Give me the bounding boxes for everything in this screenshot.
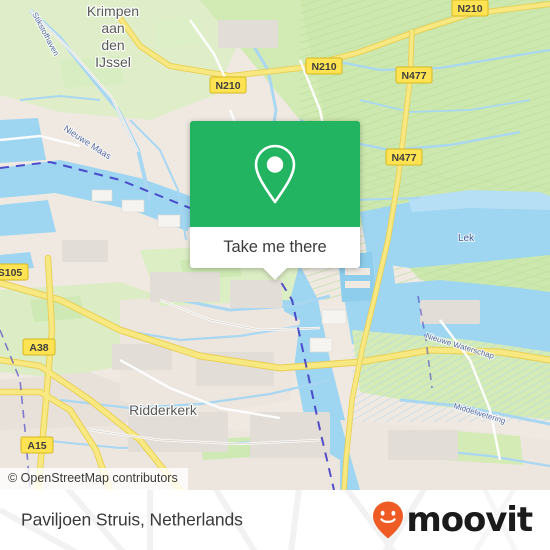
road-shield: N477 (395, 66, 433, 84)
place-title: Paviljoen Struis, Netherlands (21, 509, 243, 530)
popup-pointer (263, 268, 287, 280)
road-shield: N210 (305, 57, 343, 75)
road-shield-label: N477 (401, 70, 426, 82)
place-label: aan (101, 20, 124, 36)
water-label: Lek (458, 233, 475, 244)
road-shield: N477 (385, 148, 423, 166)
road-shield-label: N210 (215, 80, 240, 92)
road-shield: N210 (451, 0, 489, 17)
road-shield-label: N210 (457, 3, 482, 15)
place-label: Krimpen (87, 3, 139, 19)
popup-header (190, 121, 360, 227)
take-me-there-label: Take me there (223, 238, 327, 256)
osm-attribution[interactable]: © OpenStreetMap contributors (0, 468, 188, 490)
road-shield-label: A38 (29, 342, 48, 354)
moovit-brand[interactable]: moovit (371, 500, 533, 540)
road-shield: N210 (209, 76, 247, 94)
road-shield-label: A15 (27, 440, 46, 452)
place-label: den (101, 37, 124, 53)
place-label: Ridderkerk (129, 402, 198, 418)
map-pin-icon (254, 144, 296, 204)
map-screenshot-root: Stikstofhaven Nieuwe Maas Lek Nieuwe Wat… (0, 0, 550, 550)
popup-footer[interactable]: Take me there (190, 227, 360, 280)
road-shield-label: N477 (391, 152, 416, 164)
page-footer: Paviljoen Struis, Netherlands moovit (0, 490, 550, 550)
road-shield-label: S105 (0, 267, 22, 279)
moovit-wordmark: moovit (406, 500, 533, 540)
road-shield: S105 (0, 263, 29, 281)
road-shield-label: N210 (311, 61, 336, 73)
place-label: IJssel (95, 54, 131, 70)
road-shield: A38 (22, 338, 56, 356)
road-shield: A15 (20, 436, 54, 454)
moovit-smiley-pin-icon (373, 501, 404, 539)
place-popup[interactable]: Take me there (190, 121, 360, 280)
